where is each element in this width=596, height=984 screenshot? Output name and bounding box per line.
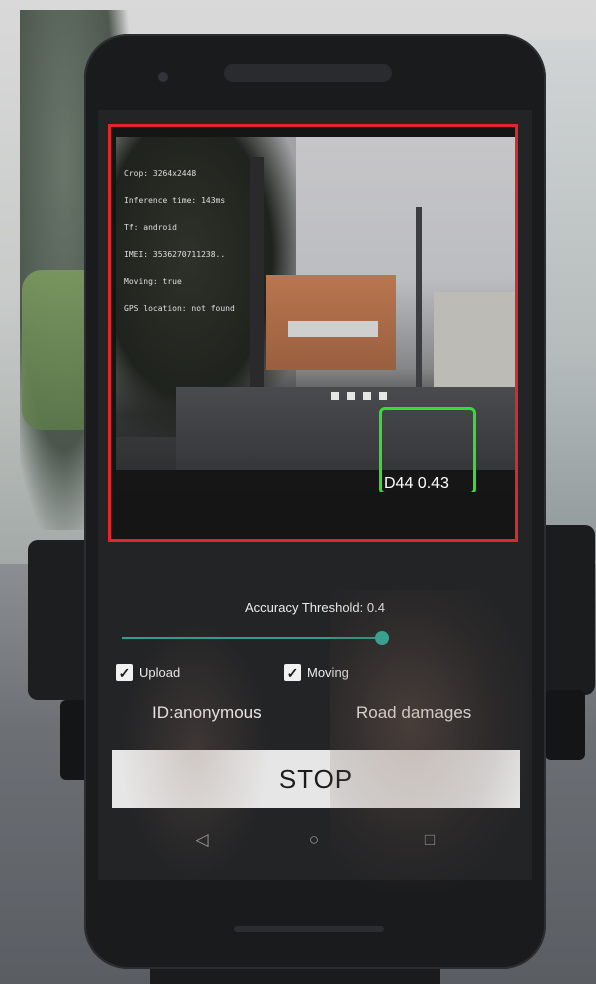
feed-building-window xyxy=(288,321,378,337)
debug-line: GPS location: not found xyxy=(124,304,235,313)
debug-line: Moving: true xyxy=(124,277,182,286)
debug-line: Tf: android xyxy=(124,223,177,232)
earpiece-speaker xyxy=(224,64,392,82)
camera-preview: Crop: 3264x2448 Inference time: 143ms Tf… xyxy=(108,124,518,542)
recents-icon[interactable]: □ xyxy=(418,828,442,852)
phone-bottom-speaker xyxy=(234,926,384,932)
user-id-text: ID:anonymous xyxy=(152,703,262,722)
front-camera xyxy=(158,72,168,82)
camera-feed: Crop: 3264x2448 Inference time: 143ms Tf… xyxy=(116,137,515,492)
debug-overlay: Crop: 3264x2448 Inference time: 143ms Tf… xyxy=(124,151,235,331)
moving-label: Moving xyxy=(307,665,349,680)
home-icon[interactable]: ○ xyxy=(302,828,326,852)
feed-building-left xyxy=(266,275,396,370)
moving-checkbox[interactable]: ✓ xyxy=(284,664,301,681)
slider-track-filled xyxy=(122,637,382,639)
stop-button[interactable]: STOP xyxy=(112,750,520,808)
accuracy-threshold-label: Accuracy Threshold: 0.4 xyxy=(245,600,385,615)
photo-background: Crop: 3264x2448 Inference time: 143ms Tf… xyxy=(0,0,596,984)
detection-label: D44 0.43 xyxy=(384,475,449,492)
moving-checkbox-row[interactable]: ✓ Moving xyxy=(284,664,349,681)
accuracy-threshold-slider[interactable] xyxy=(122,630,389,646)
android-navigation-bar: ◁ ○ □ xyxy=(98,822,532,858)
back-icon[interactable]: ◁ xyxy=(190,828,214,852)
debug-line: Crop: 3264x2448 xyxy=(124,169,197,178)
phone-mount-right-clip xyxy=(545,690,585,760)
feed-utility-pole-far xyxy=(416,207,422,397)
upload-label: Upload xyxy=(139,665,181,680)
phone-mount-right-arm xyxy=(545,525,595,695)
debug-line: IMEI: 3536270711238.. xyxy=(124,250,226,259)
upload-checkbox[interactable]: ✓ xyxy=(116,664,133,681)
debug-line: Inference time: 143ms xyxy=(124,196,226,205)
upload-checkbox-row[interactable]: ✓ Upload xyxy=(116,664,180,681)
feed-building-right xyxy=(434,292,515,387)
slider-thumb[interactable] xyxy=(375,631,389,645)
feed-crosswalk xyxy=(331,392,391,400)
detection-mode-text: Road damages xyxy=(356,703,472,722)
